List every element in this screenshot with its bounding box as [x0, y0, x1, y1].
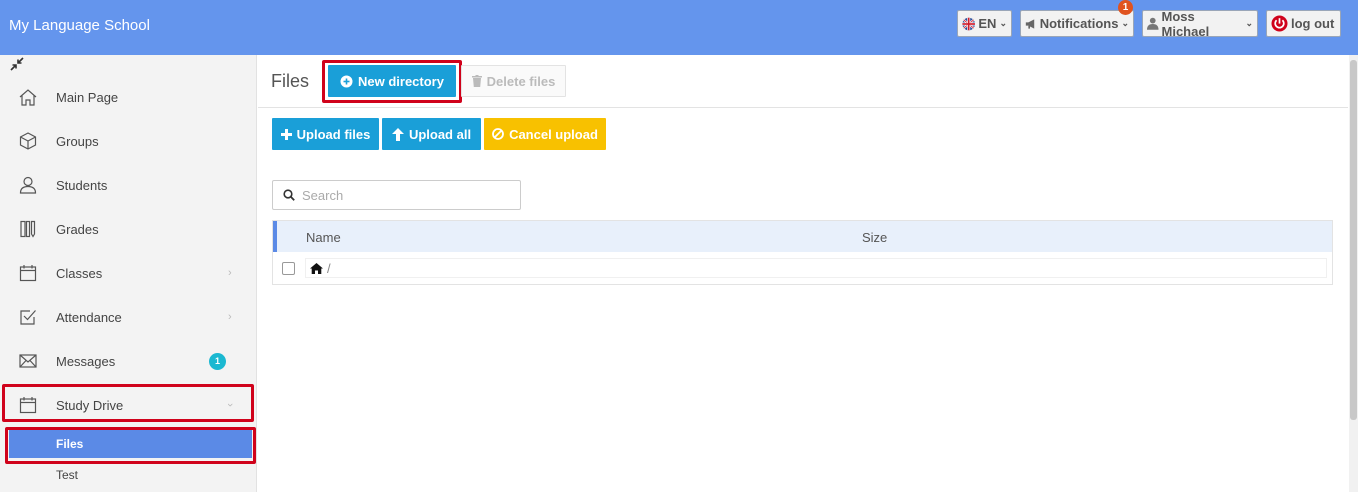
- plus-circle-icon: [340, 75, 353, 87]
- sidebar-item-label: Messages: [56, 353, 116, 369]
- delete-files-button[interactable]: Delete files: [461, 65, 566, 97]
- user-icon: [18, 175, 38, 195]
- toolbar-divider: [258, 107, 1348, 108]
- sidebar-item-label: Grades: [56, 221, 99, 237]
- logout-button[interactable]: log out: [1266, 10, 1341, 37]
- top-header: My Language School EN ⌄ Notifications ⌄ …: [0, 0, 1358, 55]
- table-header: Name Size: [273, 221, 1332, 252]
- files-table: Name Size /: [272, 220, 1333, 285]
- ban-icon: [492, 128, 504, 140]
- upload-all-button[interactable]: Upload all: [382, 118, 481, 150]
- cancel-upload-label: Cancel upload: [509, 126, 598, 142]
- new-directory-button[interactable]: New directory: [328, 65, 456, 97]
- path-breadcrumb[interactable]: /: [305, 258, 1327, 278]
- sidebar-item-attendance[interactable]: Attendance ›: [0, 295, 256, 339]
- calendar-icon: [18, 263, 38, 283]
- sidebar-item-label: Main Page: [56, 89, 119, 105]
- sidebar-item-label: Classes: [56, 265, 103, 281]
- path-text: /: [327, 260, 331, 276]
- uk-flag-icon: [962, 17, 975, 30]
- delete-files-label: Delete files: [486, 73, 556, 89]
- sidebar-item-label: Students: [56, 177, 108, 193]
- plus-icon: [280, 128, 292, 140]
- collapse-sidebar-icon[interactable]: [10, 57, 24, 74]
- cube-icon: [18, 131, 38, 151]
- trash-icon: [471, 75, 482, 87]
- logout-label: log out: [1291, 16, 1335, 31]
- sidebar-item-main-page[interactable]: Main Page: [0, 75, 256, 119]
- envelope-icon: [18, 351, 38, 371]
- language-label: EN: [978, 16, 997, 31]
- home-icon: [18, 87, 38, 107]
- checkbox-icon: [18, 307, 38, 327]
- brand-title[interactable]: My Language School: [9, 17, 150, 34]
- user-menu-dropdown[interactable]: Moss Michael ⌄: [1142, 8, 1258, 39]
- search-icon: [283, 189, 295, 201]
- sidebar-item-label: Attendance: [56, 309, 122, 325]
- page-title: Files: [271, 71, 310, 91]
- column-header-size[interactable]: Size: [862, 230, 887, 245]
- megaphone-icon: [1025, 18, 1035, 29]
- table-row: /: [273, 252, 1332, 284]
- sidebar-item-classes[interactable]: Classes ›: [0, 251, 256, 295]
- search-input[interactable]: [302, 187, 502, 203]
- chevron-right-icon: ›: [228, 311, 232, 323]
- sidebar-item-students[interactable]: Students: [0, 163, 256, 207]
- arrow-up-icon: [391, 127, 404, 141]
- messages-count-badge: 1: [209, 352, 226, 370]
- cancel-upload-button[interactable]: Cancel upload: [484, 118, 606, 150]
- upload-files-label: Upload files: [296, 126, 371, 142]
- column-header-name[interactable]: Name: [306, 230, 341, 245]
- sidebar-item-messages[interactable]: Messages 1: [0, 339, 256, 383]
- highlight-study-drive: [2, 384, 254, 422]
- highlight-files: [5, 427, 256, 464]
- user-name: Moss Michael: [1161, 8, 1210, 39]
- sidebar-subitem-test[interactable]: Test: [56, 468, 78, 482]
- search-box: [272, 180, 521, 210]
- chevron-down-icon: ⌄: [1121, 18, 1129, 28]
- scrollbar-thumb[interactable]: [1350, 60, 1357, 420]
- upload-all-label: Upload all: [408, 126, 472, 142]
- page-scrollbar[interactable]: [1349, 55, 1358, 492]
- sidebar-item-label: Groups: [56, 133, 99, 149]
- grades-icon: [18, 219, 38, 239]
- notifications-dropdown[interactable]: Notifications ⌄: [1020, 10, 1134, 37]
- chevron-down-icon: ⌄: [1245, 18, 1253, 28]
- sidebar-item-grades[interactable]: Grades: [0, 207, 256, 251]
- notifications-label: Notifications: [1039, 16, 1119, 31]
- power-icon: [1271, 15, 1288, 32]
- home-icon: [310, 262, 323, 274]
- row-checkbox[interactable]: [282, 262, 295, 275]
- notifications-count-badge: 1: [1118, 0, 1133, 15]
- language-dropdown[interactable]: EN ⌄: [957, 10, 1012, 37]
- sidebar-item-groups[interactable]: Groups: [0, 119, 256, 163]
- user-icon: [1147, 17, 1159, 30]
- upload-files-button[interactable]: Upload files: [272, 118, 379, 150]
- new-directory-label: New directory: [358, 73, 444, 89]
- chevron-right-icon: ›: [228, 267, 232, 279]
- chevron-down-icon: ⌄: [999, 18, 1007, 28]
